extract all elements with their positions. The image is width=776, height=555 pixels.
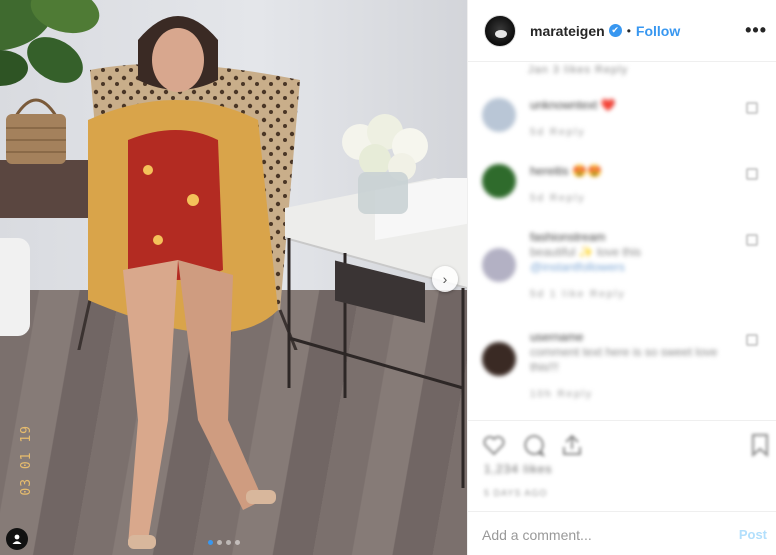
carousel-dot-2 <box>217 540 222 545</box>
bookmark-icon[interactable] <box>748 433 772 457</box>
comment-meta: 5d Reply <box>530 127 586 138</box>
commenter-avatar[interactable] <box>482 164 516 198</box>
comment-like-icon[interactable] <box>746 334 758 346</box>
avatar[interactable] <box>484 14 516 47</box>
more-options-icon[interactable]: ••• <box>745 20 767 41</box>
comment-text: hereitis 😍😍 <box>530 164 602 178</box>
carousel-dot-3 <box>226 540 231 545</box>
model-figure <box>88 16 278 549</box>
post-date[interactable]: 5 DAYS AGO <box>484 488 547 498</box>
comment-like-icon[interactable] <box>746 168 758 180</box>
comment-like-icon[interactable] <box>746 234 758 246</box>
carousel-dot-4 <box>235 540 240 545</box>
comment-meta: 5d 1 like Reply <box>530 289 626 300</box>
person-tag-icon[interactable] <box>6 528 28 550</box>
comment-body: username comment text here is so sweet l… <box>530 330 730 402</box>
comment-like-icon[interactable] <box>746 102 758 114</box>
comment-text: beautiful ✨ love this <box>530 245 641 259</box>
comment-input[interactable] <box>482 524 722 546</box>
post-photo[interactable]: 03 01 19 › <box>0 0 467 555</box>
comment-text: unknowntext ❤️ <box>530 98 616 112</box>
commenter-avatar[interactable] <box>482 248 516 282</box>
commenter-avatar[interactable] <box>482 342 516 376</box>
comment-body: unknowntext ❤️ 5d Reply <box>530 98 730 140</box>
comment-mention-link[interactable]: @instantfollowers <box>530 260 730 275</box>
follow-button[interactable]: Follow <box>636 23 680 39</box>
caption-meta: Jan 3 likes Reply <box>528 64 629 76</box>
add-comment-bar: Post <box>468 511 776 555</box>
likes-count[interactable]: 1,234 likes <box>484 462 552 476</box>
flower-vase <box>342 114 428 214</box>
post-side-panel: marateigen ✔ • Follow ••• Jan 3 likes Re… <box>467 0 776 555</box>
post-header: marateigen ✔ • Follow ••• <box>468 0 776 62</box>
comment-icon[interactable] <box>522 433 546 457</box>
heart-icon[interactable] <box>482 433 506 457</box>
chevron-right-icon[interactable]: › <box>432 266 458 292</box>
white-planter <box>0 238 30 336</box>
username-link[interactable]: marateigen <box>530 23 605 39</box>
comment-meta: 10h Reply <box>530 389 594 400</box>
comment-author: username <box>530 330 584 344</box>
post-actions <box>468 420 776 460</box>
comment-body: fashionstream beautiful ✨ love this @ins… <box>530 230 730 302</box>
carousel-dot-1 <box>208 540 213 545</box>
share-icon[interactable] <box>560 433 584 457</box>
comment-author: fashionstream <box>530 230 606 244</box>
commenter-avatar[interactable] <box>482 98 516 132</box>
verified-badge-icon: ✔ <box>608 24 622 37</box>
comment-meta: 5d Reply <box>530 193 586 204</box>
photo-date-stamp: 03 01 19 <box>19 425 34 496</box>
comments-list[interactable]: Jan 3 likes Reply unknowntext ❤️ 5d Repl… <box>468 62 776 420</box>
header-separator: • <box>626 23 631 38</box>
carousel-dots <box>208 540 240 545</box>
post-button[interactable]: Post <box>739 527 767 542</box>
comment-body: hereitis 😍😍 5d Reply <box>530 164 730 206</box>
comment-text: comment text here is so sweet love this!… <box>530 345 718 374</box>
